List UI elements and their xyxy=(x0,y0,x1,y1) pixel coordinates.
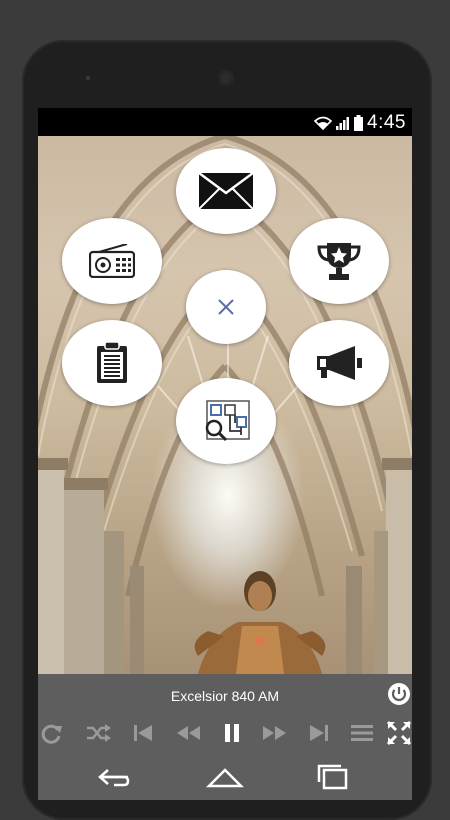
close-menu-button[interactable] xyxy=(186,270,266,344)
rewind-icon[interactable] xyxy=(175,720,201,746)
battery-icon xyxy=(354,115,364,131)
clipboard-icon xyxy=(97,342,127,383)
wifi-icon xyxy=(314,116,333,130)
close-icon xyxy=(218,299,234,315)
navigation-bar xyxy=(38,754,412,800)
trophy-button[interactable] xyxy=(289,218,389,304)
search-schedule-icon xyxy=(205,400,250,442)
pause-icon[interactable] xyxy=(219,720,245,746)
status-bar: 4:45 xyxy=(38,108,412,136)
skip-previous-icon[interactable] xyxy=(130,720,156,746)
back-icon[interactable] xyxy=(94,762,134,792)
email-button[interactable] xyxy=(176,148,276,234)
fast-forward-icon[interactable] xyxy=(262,720,288,746)
announcement-button[interactable] xyxy=(289,320,389,406)
fullscreen-icon[interactable] xyxy=(386,720,412,746)
radio-icon xyxy=(89,244,135,278)
signal-icon xyxy=(336,117,350,130)
envelope-icon xyxy=(199,173,253,209)
megaphone-icon xyxy=(317,346,362,380)
clipboard-button[interactable] xyxy=(62,320,162,406)
status-time: 4:45 xyxy=(367,112,406,133)
power-icon[interactable] xyxy=(386,681,412,707)
home-icon[interactable] xyxy=(205,762,245,792)
background-wallpaper xyxy=(38,136,412,674)
phone-sensor xyxy=(86,76,90,80)
phone-camera xyxy=(218,70,234,86)
recent-apps-icon[interactable] xyxy=(314,762,354,792)
repeat-icon[interactable] xyxy=(38,720,64,746)
station-name: Excelsior 840 AM xyxy=(170,688,280,704)
playback-controls xyxy=(38,720,412,748)
playlist-icon[interactable] xyxy=(349,720,375,746)
trophy-icon xyxy=(317,243,361,280)
schedule-search-button[interactable] xyxy=(176,378,276,464)
radio-button[interactable] xyxy=(62,218,162,304)
screen: 4:45 Excelsior 840 AM xyxy=(38,108,412,800)
skip-next-icon[interactable] xyxy=(306,720,332,746)
shuffle-icon[interactable] xyxy=(85,720,111,746)
